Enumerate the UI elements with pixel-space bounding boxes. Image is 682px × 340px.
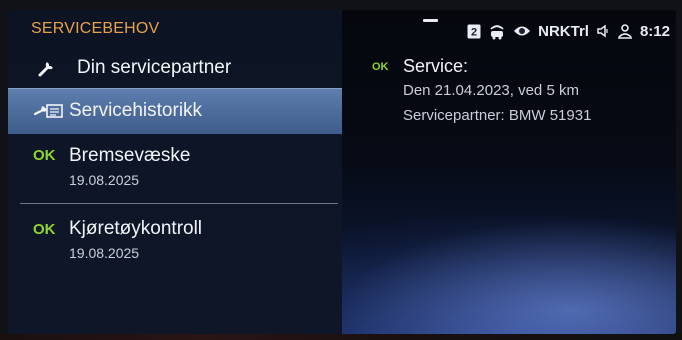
clock-time: 8:12 bbox=[639, 22, 670, 40]
service-title: Service: bbox=[403, 56, 469, 76]
service-ok-badge: OK bbox=[372, 61, 389, 73]
brake-fluid-label: Bremsevæske bbox=[69, 145, 191, 166]
menu-item-brake-fluid[interactable]: OK Bremsevæske 19.08.2025 bbox=[8, 142, 342, 204]
radio-station-name: NRKTrl bbox=[538, 22, 589, 40]
speaker-icon bbox=[596, 24, 610, 38]
wrench-icon bbox=[38, 62, 53, 77]
status-dash bbox=[423, 19, 438, 22]
service-menu-panel: SERVICEBEHOV Din servicepartner Serviceh… bbox=[8, 10, 342, 334]
vehicle-inspection-label: Kjøretøykontroll bbox=[69, 218, 203, 239]
service-history-label: Servicehistorikk bbox=[69, 100, 203, 121]
vehicle-inspection-ok-badge: OK bbox=[33, 221, 56, 238]
brake-fluid-date: 19.08.2025 bbox=[69, 172, 140, 188]
service-partner-label: Din servicepartner bbox=[77, 57, 232, 78]
status-bar: 2 NRKTrl 8:12 bbox=[467, 18, 670, 44]
menu-item-service-history[interactable]: Servicehistorikk bbox=[8, 88, 342, 134]
menu-item-service-partner[interactable]: Din servicepartner bbox=[8, 48, 342, 88]
panel-title: SERVICEBEHOV bbox=[31, 20, 160, 37]
user-profile-icon bbox=[617, 23, 633, 39]
service-partner-line: Servicepartner: BMW 51931 bbox=[403, 107, 592, 124]
service-history-icon bbox=[33, 104, 63, 118]
channel-badge-icon: 2 bbox=[467, 24, 481, 39]
channel-badge-text: 2 bbox=[471, 26, 477, 38]
menu-item-vehicle-inspection[interactable]: OK Kjøretøykontroll 19.08.2025 bbox=[8, 206, 342, 272]
car-service-icon bbox=[488, 22, 506, 40]
service-date-line: Den 21.04.2023, ved 5 km bbox=[403, 82, 579, 99]
menu-divider bbox=[20, 203, 338, 204]
idrive-screen: SERVICEBEHOV Din servicepartner Serviceh… bbox=[8, 10, 676, 334]
connectivity-icon bbox=[513, 23, 531, 39]
brake-fluid-ok-badge: OK bbox=[33, 147, 56, 164]
vehicle-inspection-date: 19.08.2025 bbox=[69, 245, 140, 261]
service-detail-panel: 2 NRKTrl 8:12 OK Service: Den 21.04.2023… bbox=[342, 10, 676, 334]
bezel-bottom bbox=[0, 334, 682, 340]
